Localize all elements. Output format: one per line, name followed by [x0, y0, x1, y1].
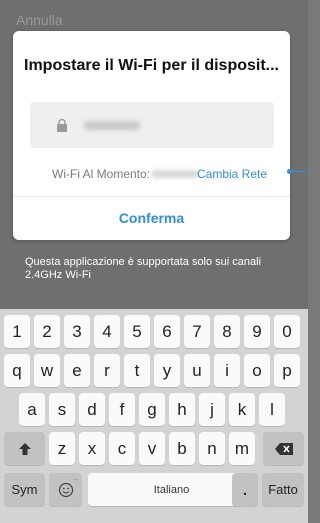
key-o[interactable]: o — [244, 354, 270, 387]
key-j[interactable]: j — [199, 393, 225, 426]
wifi-setup-dialog: Impostare il Wi-Fi per il disposit... Wi… — [13, 31, 290, 240]
key-a[interactable]: a — [19, 393, 45, 426]
key-5[interactable]: 5 — [124, 315, 150, 348]
key-g[interactable]: g — [139, 393, 165, 426]
done-key[interactable]: Fatto — [262, 473, 304, 506]
pointer-line — [290, 171, 308, 172]
key-k[interactable]: k — [229, 393, 255, 426]
key-6[interactable]: 6 — [154, 315, 180, 348]
key-4[interactable]: 4 — [94, 315, 120, 348]
emoji-icon — [58, 482, 73, 497]
shift-icon — [18, 442, 31, 455]
key-9[interactable]: 9 — [244, 315, 270, 348]
backspace-key[interactable] — [263, 432, 304, 465]
key-z[interactable]: z — [49, 432, 75, 465]
key-w[interactable]: w — [34, 354, 60, 387]
space-key[interactable]: Italiano — [88, 473, 255, 506]
key-p[interactable]: p — [274, 354, 300, 387]
sym-key[interactable]: Sym — [4, 473, 45, 506]
key-y[interactable]: y — [154, 354, 180, 387]
key-7[interactable]: 7 — [184, 315, 210, 348]
key-8[interactable]: 8 — [214, 315, 240, 348]
key-3[interactable]: 3 — [64, 315, 90, 348]
shift-key[interactable] — [4, 432, 45, 465]
key-e[interactable]: e — [64, 354, 90, 387]
key-d[interactable]: d — [79, 393, 105, 426]
key-c[interactable]: c — [109, 432, 135, 465]
key-b[interactable]: b — [169, 432, 195, 465]
key-h[interactable]: h — [169, 393, 195, 426]
backspace-icon — [274, 442, 293, 455]
key-i[interactable]: i — [214, 354, 240, 387]
key-r[interactable]: r — [94, 354, 120, 387]
key-t[interactable]: t — [124, 354, 150, 387]
key-1[interactable]: 1 — [4, 315, 30, 348]
key-u[interactable]: u — [184, 354, 210, 387]
key-s[interactable]: s — [49, 393, 75, 426]
wifi-support-note: Questa applicazione è supportata solo su… — [25, 256, 262, 281]
voice-hint-icon: ·· — [72, 475, 78, 484]
ssid-input[interactable] — [30, 102, 274, 148]
confirm-button[interactable]: Conferma — [13, 197, 290, 240]
soft-keyboard: 1 2 3 4 5 6 7 8 9 0 q w e r t y u i o p … — [0, 309, 308, 523]
current-wifi-row: Wi-Fi Al Momento: Cambia Rete — [13, 167, 290, 187]
lock-icon — [57, 119, 67, 132]
current-wifi-label: Wi-Fi Al Momento: — [52, 167, 151, 181]
key-l[interactable]: l — [259, 393, 285, 426]
key-n[interactable]: n — [199, 432, 225, 465]
emoji-key[interactable]: ·· — [49, 473, 82, 506]
key-0[interactable]: 0 — [274, 315, 300, 348]
key-2[interactable]: 2 — [34, 315, 60, 348]
dialog-title: Impostare il Wi-Fi per il disposit... — [24, 57, 279, 74]
key-x[interactable]: x — [79, 432, 105, 465]
current-wifi-value-redacted — [151, 170, 199, 178]
cancel-link[interactable]: Annulla — [16, 12, 63, 28]
key-m[interactable]: m — [229, 432, 255, 465]
ssid-value-redacted — [84, 121, 140, 130]
key-f[interactable]: f — [109, 393, 135, 426]
change-network-link[interactable]: Cambia Rete — [197, 167, 267, 181]
key-q[interactable]: q — [4, 354, 30, 387]
key-v[interactable]: v — [139, 432, 165, 465]
period-key[interactable]: . — [232, 473, 258, 506]
